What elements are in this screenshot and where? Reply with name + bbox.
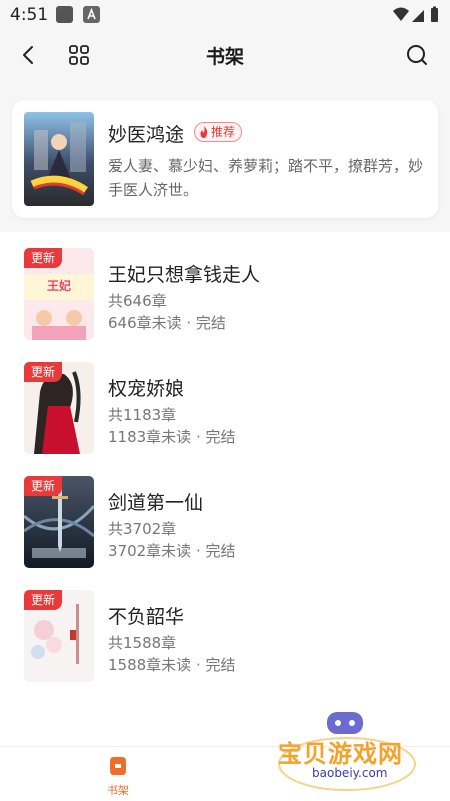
search-icon [407, 45, 427, 65]
book-chapter-count: 共646章 [108, 292, 167, 310]
book-read-status: 3702章未读 · 完结 [108, 542, 236, 560]
update-tag: 更新 [24, 476, 62, 496]
book-chapter-count: 共1183章 [108, 406, 177, 424]
book-chapter-count: 共1588章 [108, 634, 177, 652]
recommend-badge-label: 推荐 [211, 125, 236, 139]
page-title: 书架 [205, 46, 244, 68]
status-time: 4:51 [10, 5, 49, 25]
notification-icon [56, 6, 73, 23]
system-icons [392, 6, 440, 28]
tab-bookshelf-label: 书架 [107, 784, 129, 797]
app-bar: 书架 [0, 30, 450, 80]
watermark-url: baobeiy.com [312, 766, 388, 780]
book-title: 剑道第一仙 [108, 492, 204, 514]
book-item[interactable]: 王妃 更新 王妃只想拿钱走人 共646章 646章未读 · 完结 [0, 232, 450, 344]
book-read-status: 1588章未读 · 完结 [108, 656, 236, 674]
recommended-book-card[interactable]: 妙医鸿途 推荐 爱人妻、慕少妇、养萝莉；踏不平，撩群芳，妙手医人济世。 [12, 100, 438, 218]
wifi-icon [393, 7, 409, 21]
tab-bookshelf[interactable]: 书架 [98, 755, 138, 798]
bookshelf-icon [110, 757, 126, 775]
book-read-status: 1183章未读 · 完结 [108, 428, 236, 446]
recommended-book-cover [24, 112, 94, 206]
book-item[interactable]: 更新 剑道第一仙 共3702章 3702章未读 · 完结 [0, 460, 450, 572]
book-title: 不负韶华 [108, 606, 185, 628]
watermark-logo: 宝贝游戏网 baobeiy.com [272, 706, 422, 796]
update-tag: 更新 [24, 362, 62, 382]
bookshelf-list: 王妃 更新 王妃只想拿钱走人 共646章 646章未读 · 完结 更新 权宠娇娘… [0, 232, 450, 746]
book-title: 王妃只想拿钱走人 [108, 264, 261, 286]
book-title: 权宠娇娘 [108, 378, 185, 400]
notification-a-icon [83, 6, 100, 23]
battery-icon [431, 8, 438, 22]
search-button[interactable] [402, 40, 432, 70]
status-bar: 4:51 [0, 0, 450, 30]
signal-icon [412, 10, 424, 22]
book-chapter-count: 共3702章 [108, 520, 177, 538]
book-item[interactable]: 更新 权宠娇娘 共1183章 1183章未读 · 完结 [0, 346, 450, 458]
update-tag: 更新 [24, 590, 62, 610]
book-read-status: 646章未读 · 完结 [108, 314, 226, 332]
recommended-book-description: 爱人妻、慕少妇、养萝莉；踏不平，撩群芳，妙手医人济世。 [108, 157, 424, 199]
watermark-text: 宝贝游戏网 [278, 740, 403, 768]
update-tag: 更新 [24, 248, 62, 268]
book-item[interactable]: 更新 不负韶华 共1588章 1588章未读 · 完结 [0, 574, 450, 686]
recommended-book-title: 妙医鸿途 [108, 124, 185, 146]
recommend-badge: 推荐 [194, 122, 243, 142]
svg-text:王妃: 王妃 [47, 278, 71, 293]
flame-icon [200, 126, 208, 138]
